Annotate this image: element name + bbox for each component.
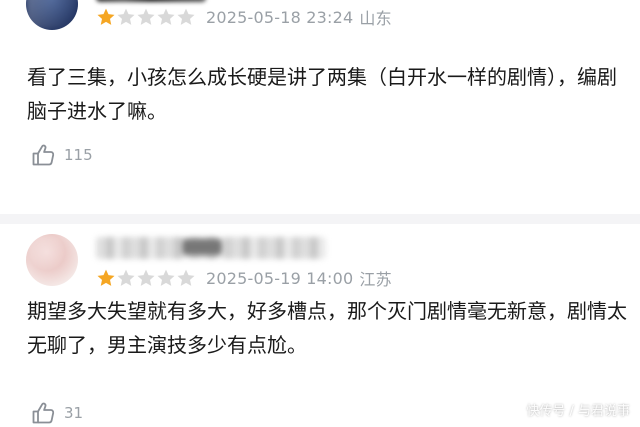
star-icon [97,8,115,25]
like-button[interactable]: 115 [30,141,93,169]
review-location: 江苏 [359,270,392,289]
thumbs-up-icon [32,144,55,166]
star-icon [137,8,155,25]
avatar[interactable] [26,0,78,30]
review-date: 2025-05-19 14:00 [206,268,354,288]
star-icon [177,8,195,25]
star-icon [137,269,155,286]
star-icon [157,269,175,286]
rating-stars [96,7,196,27]
star-icon [117,269,135,286]
watermark: 快传号 / 与君说事 [526,404,630,419]
username-blurred [96,0,206,2]
review-meta: 2025-05-19 14:00 江苏 [96,266,392,290]
review-text: 看了三集，小孩怎么成长硬是讲了两集（白开水一样的剧情），编剧脑子进水了嘛。 [27,65,617,123]
username-blurred-part [182,239,222,255]
thumbs-up-icon [32,402,55,424]
rating-stars [96,268,196,288]
star-icon [177,269,195,286]
like-button[interactable]: 31 [30,399,83,427]
divider [0,214,640,224]
star-icon [117,8,135,25]
review-location: 山东 [359,9,392,28]
review-meta: 2025-05-18 23:24 山东 [96,5,392,29]
star-icon [97,269,115,286]
like-count: 31 [64,404,84,422]
like-count: 115 [64,146,93,164]
avatar[interactable] [26,234,78,286]
star-icon [157,8,175,25]
review-date: 2025-05-18 23:24 [206,7,354,27]
review-text: 期望多大失望就有多大，好多槽点，那个灭门剧情毫无新意，剧情太无聊了，男主演技多少… [27,299,627,357]
